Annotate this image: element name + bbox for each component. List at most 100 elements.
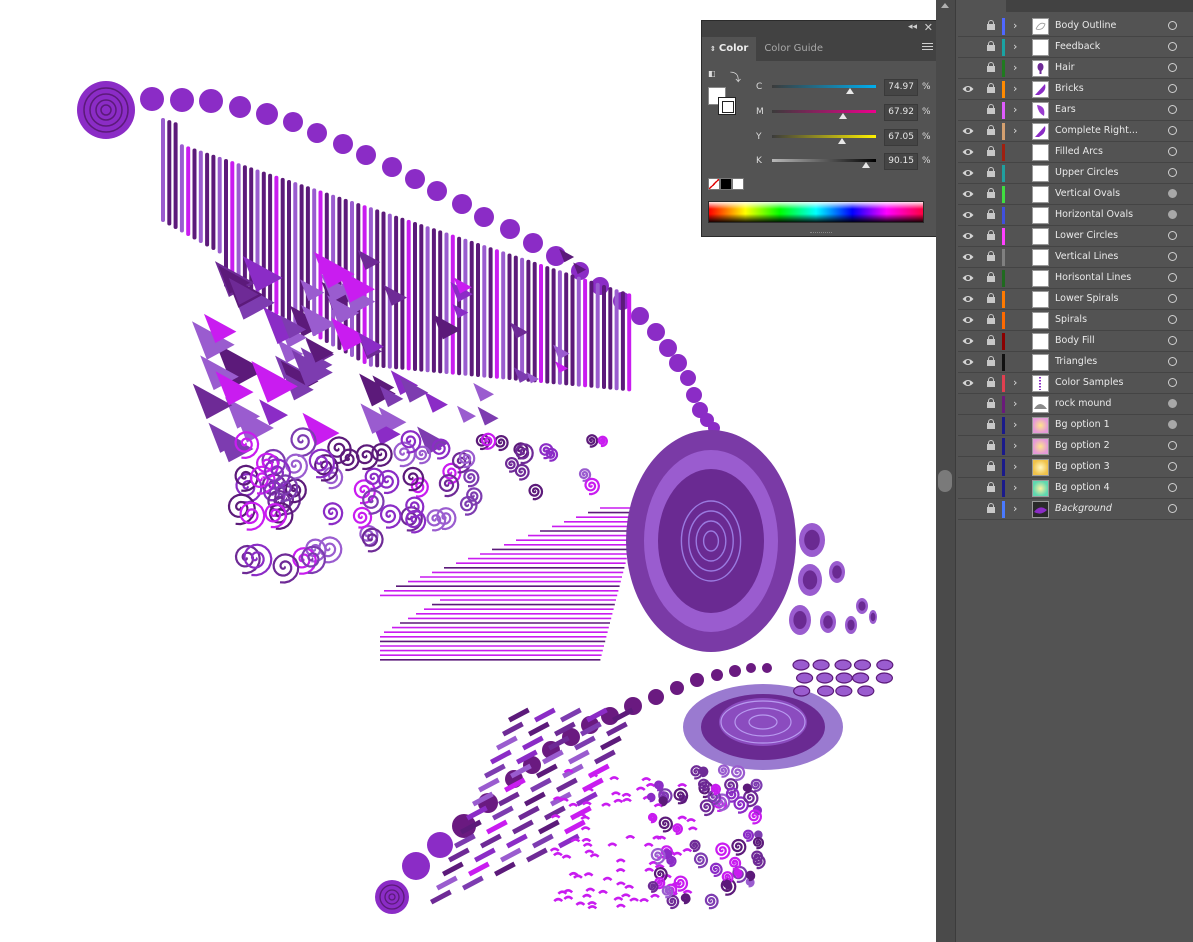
layer-row[interactable]: › Body Outline [958, 16, 1193, 37]
wing-shape[interactable] [524, 791, 546, 807]
wing-shape[interactable] [672, 851, 683, 857]
wing-shape[interactable] [500, 219, 520, 239]
wing-shape[interactable] [621, 893, 631, 898]
slider-track[interactable] [772, 85, 876, 88]
wing-shape[interactable] [559, 797, 569, 802]
wing-shape[interactable] [290, 427, 317, 458]
layer-row[interactable]: › Bg option 1 [958, 415, 1193, 436]
target-circle-icon[interactable] [1168, 504, 1177, 513]
wing-shape[interactable] [570, 838, 581, 843]
wing-shape[interactable] [484, 763, 506, 779]
wing-shape[interactable] [616, 903, 626, 909]
wing-shape[interactable] [835, 685, 853, 697]
chevron-right-icon[interactable]: › [1013, 40, 1017, 53]
wing-shape[interactable] [680, 893, 691, 905]
target-circle-icon[interactable] [1168, 357, 1177, 366]
wing-shape[interactable] [272, 553, 300, 584]
wing-shape[interactable] [704, 893, 719, 910]
lock-icon[interactable] [987, 209, 995, 220]
wing-shape[interactable] [534, 707, 556, 723]
wing-shape[interactable] [624, 884, 635, 890]
visibility-toggle[interactable] [962, 21, 974, 31]
layer-row[interactable]: › Hair [958, 58, 1193, 79]
wing-shape[interactable] [430, 889, 452, 905]
color-panel[interactable]: ◂◂ ✕ ⇕ Color Color Guide ◧ ⤵ C 74.97% M 67.9… [701, 20, 940, 237]
wing-shape[interactable] [582, 842, 593, 848]
wing-shape[interactable] [589, 853, 600, 858]
wing-shape[interactable] [259, 399, 289, 426]
wing-shape[interactable] [625, 835, 636, 840]
wing-shape[interactable] [689, 839, 701, 853]
lock-icon[interactable] [987, 398, 995, 409]
wing-shape[interactable] [382, 157, 402, 177]
wing-shape[interactable] [170, 88, 194, 112]
wing-shape[interactable] [615, 868, 626, 873]
lock-icon[interactable] [987, 335, 995, 346]
lock-icon[interactable] [987, 419, 995, 430]
wing-shape[interactable] [650, 893, 660, 899]
wing-shape[interactable] [405, 169, 425, 189]
hamburger-menu-icon[interactable] [922, 43, 933, 52]
wing-shape[interactable] [672, 823, 684, 836]
target-circle-icon[interactable] [1168, 315, 1177, 324]
wing-shape[interactable] [575, 901, 586, 906]
wing-shape[interactable] [742, 829, 755, 842]
layer-name[interactable]: Ears [1055, 104, 1076, 115]
layer-row[interactable]: › Color Samples [958, 373, 1193, 394]
layer-name[interactable]: rock mound [1055, 398, 1111, 409]
wing-shape[interactable] [522, 735, 544, 751]
wing-shape[interactable] [680, 370, 696, 386]
wing-shape[interactable] [686, 387, 702, 403]
wing-shape[interactable] [602, 876, 613, 882]
wing-shape[interactable] [722, 879, 732, 890]
wing-shape[interactable] [635, 786, 646, 791]
target-circle-icon[interactable] [1168, 84, 1177, 93]
chevron-right-icon[interactable]: › [1013, 61, 1017, 74]
wing-shape[interactable] [518, 805, 540, 821]
slider-value-input[interactable]: 74.97 [884, 79, 918, 96]
layer-row[interactable]: Vertical Ovals [958, 184, 1193, 205]
slider-thumb[interactable] [837, 138, 846, 144]
target-circle-icon[interactable] [1168, 420, 1177, 429]
chevron-right-icon[interactable]: › [1013, 103, 1017, 116]
wing-shape[interactable] [402, 852, 430, 880]
chevron-right-icon[interactable]: › [1013, 481, 1017, 494]
wing-shape[interactable] [538, 819, 560, 835]
wing-shape[interactable] [615, 858, 626, 863]
wing-shape[interactable] [621, 792, 632, 798]
eye-icon[interactable] [962, 84, 974, 94]
lock-icon[interactable] [987, 62, 995, 73]
wing-shape[interactable] [427, 181, 447, 201]
wing-shape[interactable] [653, 803, 664, 808]
layer-row[interactable]: › Ears [958, 100, 1193, 121]
layer-name[interactable]: Body Fill [1055, 335, 1095, 346]
wing-shape[interactable] [499, 847, 522, 863]
wing-shape[interactable] [580, 815, 591, 820]
wing-shape[interactable] [556, 777, 578, 793]
wing-shape[interactable] [307, 123, 327, 143]
layer-row[interactable]: › Feedback [958, 37, 1193, 58]
wing-shape[interactable] [530, 777, 552, 793]
target-circle-icon[interactable] [1168, 483, 1177, 492]
wing-shape[interactable] [816, 685, 835, 697]
wing-shape[interactable] [715, 842, 731, 860]
slider-k[interactable]: K 90.15% [756, 153, 936, 171]
eye-icon[interactable] [962, 210, 974, 220]
wing-shape[interactable] [793, 611, 807, 629]
target-circle-icon[interactable] [1168, 168, 1177, 177]
wing-shape[interactable] [609, 776, 620, 781]
wing-shape[interactable] [505, 833, 528, 849]
wing-shape[interactable] [583, 872, 594, 877]
target-circle-icon[interactable] [1168, 189, 1177, 198]
double-chevron-left-icon[interactable]: ◂◂ [908, 22, 917, 32]
target-circle-icon[interactable] [1168, 231, 1177, 240]
wing-shape[interactable] [816, 672, 834, 684]
chevron-right-icon[interactable]: › [1013, 397, 1017, 410]
wing-shape[interactable] [742, 783, 753, 794]
target-circle-icon[interactable] [1168, 336, 1177, 345]
wing-shape[interactable] [709, 862, 723, 878]
wing-shape[interactable] [677, 815, 688, 820]
wing-shape[interactable] [140, 87, 164, 111]
lock-icon[interactable] [987, 125, 995, 136]
wing-shape[interactable] [77, 81, 135, 139]
